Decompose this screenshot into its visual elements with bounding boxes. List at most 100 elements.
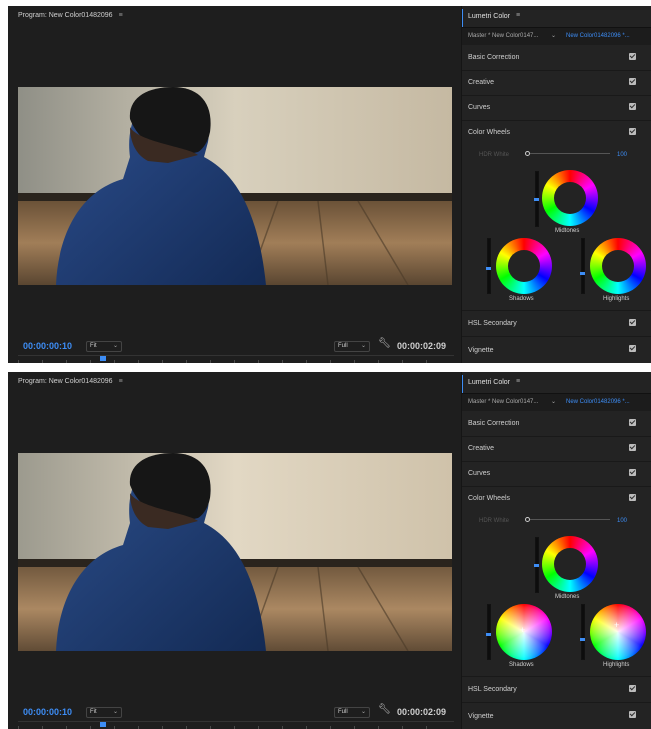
shadows-wheel[interactable]: + [496,238,552,294]
hsl-secondary-checkbox[interactable] [629,319,636,326]
panel-menu-icon[interactable]: ≡ [119,378,123,385]
fit-dropdown[interactable]: Fit ⌄ [86,707,122,718]
quality-dropdown[interactable]: Full ⌄ [334,707,370,718]
section-creative[interactable]: Creative [462,436,651,462]
section-vignette[interactable]: Vignette [462,336,651,363]
ruler-tick [282,360,283,363]
program-monitor-title[interactable]: Program: New Color01482096 ≡ [18,12,123,19]
fit-dropdown[interactable]: Fit ⌄ [86,341,122,352]
shadows-wheel[interactable]: + [496,604,552,660]
current-timecode[interactable]: 00:00:00:10 [23,341,72,351]
duration-timecode: 00:00:02:09 [397,707,447,717]
program-monitor-title[interactable]: Program: New Color01482096 ≡ [18,378,123,385]
master-clip-dropdown[interactable]: Master * New Color0147... [468,33,538,39]
lumetri-header: Lumetri Color ≡ [462,6,651,28]
shadows-slider[interactable] [486,238,491,294]
hdr-white-label: HDR White [479,152,510,158]
hdr-white-slider-track[interactable] [530,153,610,154]
section-color-wheels[interactable]: Color Wheels [462,486,651,510]
hdr-white-value[interactable]: 100 [617,152,627,158]
clip-selector-bar: Master * New Color0147... ⌄ New Color014… [462,394,651,411]
ruler-tick [18,360,19,363]
creative-checkbox[interactable] [629,78,636,85]
hsl-secondary-checkbox[interactable] [629,685,636,692]
wrench-icon[interactable]: 🔧︎ [378,338,391,349]
crosshair-icon: + [614,620,620,630]
sequence-clip-label[interactable]: New Color01482096 *... [566,399,630,405]
chevron-down-icon[interactable]: ⌄ [551,32,556,39]
ruler-tick [234,360,235,363]
screenshot-before: Program: New Color01482096 ≡ 00:00:00:10… [8,6,651,363]
shadows-slider[interactable] [486,604,491,660]
midtones-wheel[interactable]: + [542,170,598,226]
panel-menu-icon[interactable]: ≡ [119,12,123,19]
highlights-wheel[interactable]: + [590,604,646,660]
panel-menu-icon[interactable]: ≡ [516,12,520,19]
section-color-wheels[interactable]: Color Wheels [462,120,651,144]
chevron-down-icon: ⌄ [112,709,118,715]
time-ruler[interactable] [18,721,454,729]
color-wheels-checkbox[interactable] [629,494,636,501]
ruler-tick [258,360,259,363]
playhead[interactable] [100,356,106,361]
basic-correction-checkbox[interactable] [629,419,636,426]
section-vignette[interactable]: Vignette [462,702,651,729]
program-monitor: Program: New Color01482096 ≡ 00:00:00:10… [8,6,460,363]
lumetri-title[interactable]: Lumetri Color [468,13,510,20]
ruler-tick [306,360,307,363]
master-clip-dropdown[interactable]: Master * New Color0147... [468,399,538,405]
ruler-tick [138,360,139,363]
section-basic-correction[interactable]: Basic Correction [462,411,651,437]
crosshair-icon: + [520,625,526,635]
clip-selector-bar: Master * New Color0147... ⌄ New Color014… [462,28,651,45]
quality-dropdown[interactable]: Full ⌄ [334,341,370,352]
midtones-slider[interactable] [534,171,539,227]
midtones-wheel[interactable]: + [542,536,598,592]
midtones-label: Midtones [555,594,580,600]
highlights-wheel[interactable]: + [590,238,646,294]
lumetri-color-panel: Lumetri Color ≡ Master * New Color0147..… [461,6,651,363]
shadows-label: Shadows [509,296,534,302]
highlights-label: Highlights [603,296,630,302]
ruler-tick [426,360,427,363]
video-frame [18,87,452,285]
section-hsl-secondary[interactable]: HSL Secondary [462,310,651,337]
curves-checkbox[interactable] [629,469,636,476]
lumetri-color-panel: Lumetri Color ≡ Master * New Color0147..… [461,372,651,729]
ruler-tick [66,360,67,363]
time-ruler[interactable] [18,355,454,363]
highlights-slider[interactable] [580,604,585,660]
ruler-tick [114,360,115,363]
playhead[interactable] [100,722,106,727]
vignette-checkbox[interactable] [629,345,636,352]
duration-timecode: 00:00:02:09 [397,341,447,351]
lumetri-title[interactable]: Lumetri Color [468,379,510,386]
current-timecode[interactable]: 00:00:00:10 [23,707,72,717]
curves-checkbox[interactable] [629,103,636,110]
panel-menu-icon[interactable]: ≡ [516,378,520,385]
hdr-white-value[interactable]: 100 [617,518,627,524]
creative-checkbox[interactable] [629,444,636,451]
ruler-tick [330,360,331,363]
section-basic-correction[interactable]: Basic Correction [462,45,651,71]
hdr-white-slider-track[interactable] [530,519,610,520]
section-curves[interactable]: Curves [462,95,651,121]
ruler-tick [402,360,403,363]
section-creative[interactable]: Creative [462,70,651,96]
hdr-white-label: HDR White [479,518,510,524]
section-hsl-secondary[interactable]: HSL Secondary [462,676,651,703]
shadows-label: Shadows [509,662,534,668]
color-wheels-checkbox[interactable] [629,128,636,135]
ruler-tick [210,360,211,363]
basic-correction-checkbox[interactable] [629,53,636,60]
chevron-down-icon: ⌄ [360,343,366,349]
ruler-tick [162,360,163,363]
midtones-slider[interactable] [534,537,539,593]
ruler-tick [42,360,43,363]
wrench-icon[interactable]: 🔧︎ [378,704,391,715]
chevron-down-icon[interactable]: ⌄ [551,398,556,405]
section-curves[interactable]: Curves [462,461,651,487]
vignette-checkbox[interactable] [629,711,636,718]
sequence-clip-label[interactable]: New Color01482096 *... [566,33,630,39]
highlights-slider[interactable] [580,238,585,294]
